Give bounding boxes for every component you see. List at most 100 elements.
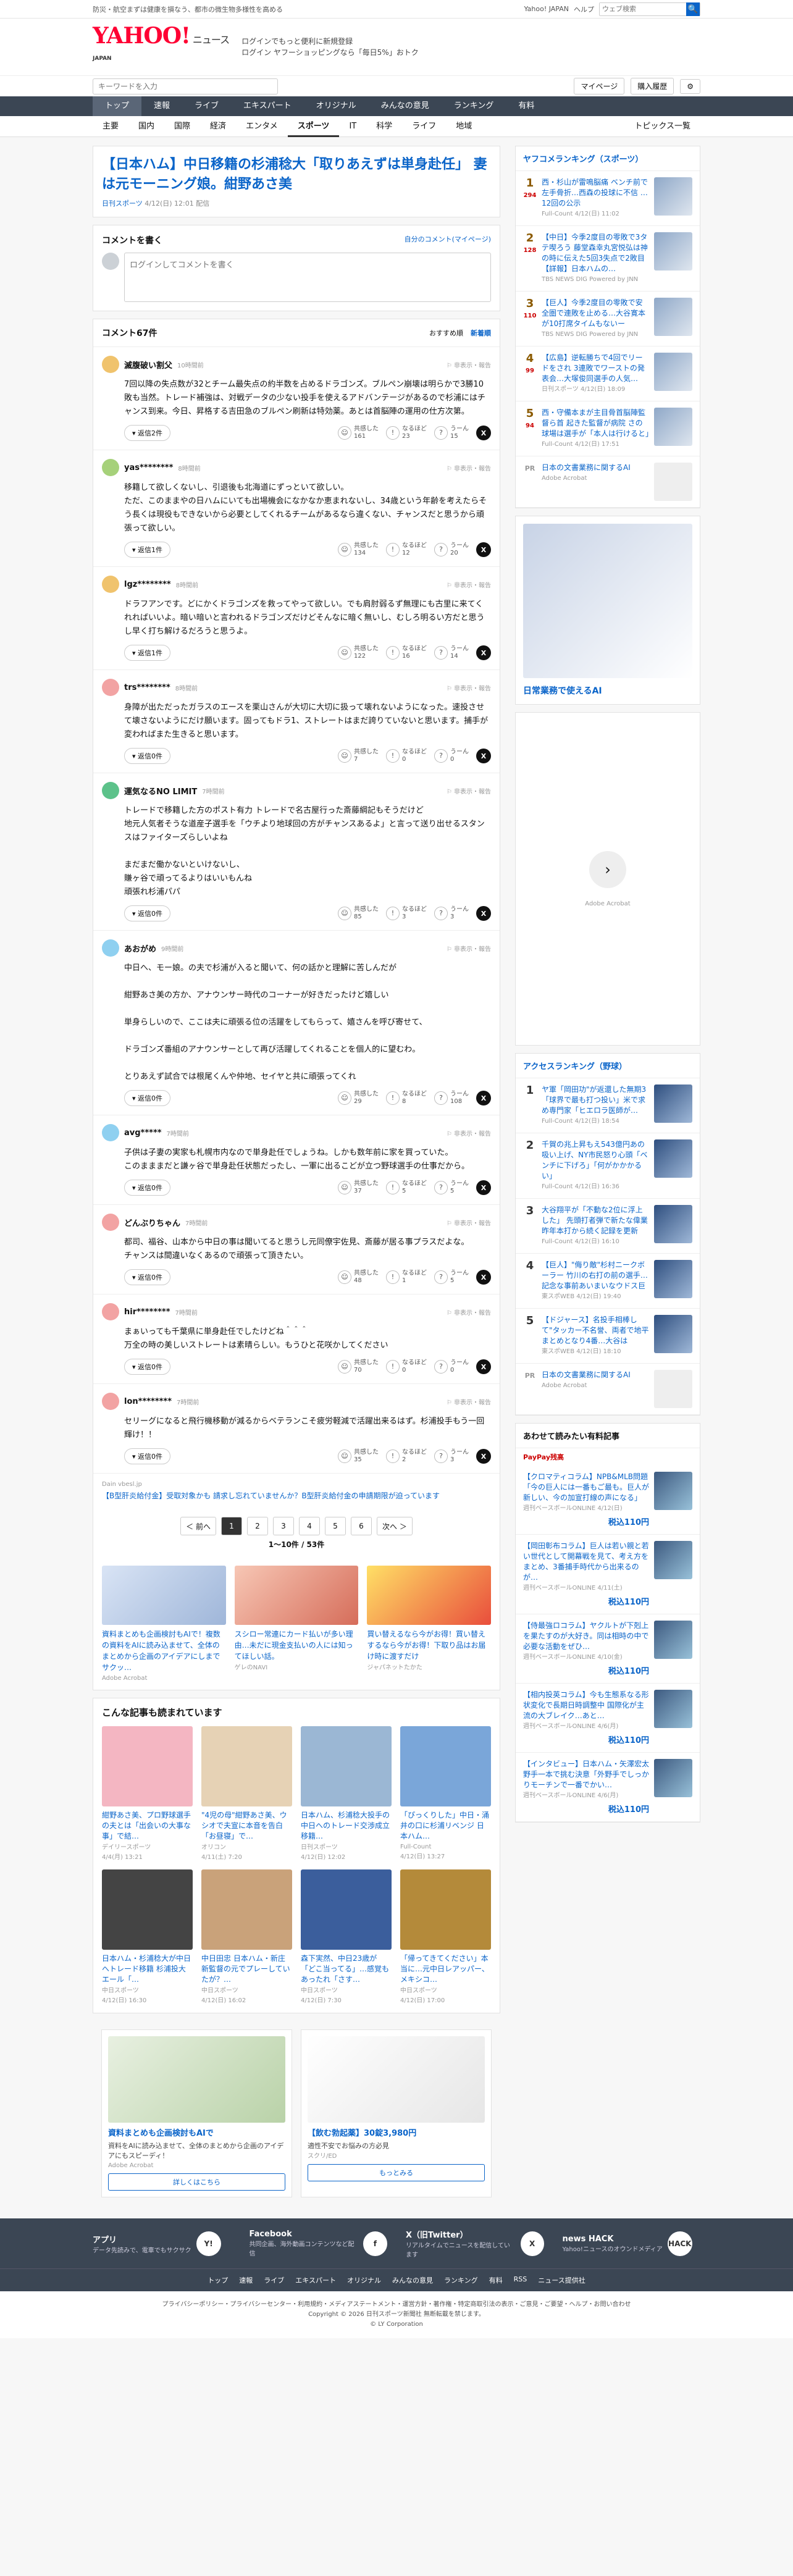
avatar[interactable] [102, 782, 119, 799]
footer-app-icon[interactable]: X [520, 2231, 544, 2256]
topics-list-link[interactable]: トピックス一覧 [624, 116, 700, 137]
access-item[interactable]: 2 千賀の兆上昇もえ543億円あの吸い上げ、NY市民怒り心頭「ベンチに下げろ」「… [516, 1133, 700, 1199]
footer-app-title[interactable]: Facebook [250, 2230, 292, 2239]
ad-cta-button[interactable]: 詳しくはこちら [108, 2173, 285, 2191]
bottom-ad-1[interactable]: 資料まとめも企画検討もAIで 資料をAIに読み込ませて、全体のまとめから企画のア… [101, 2029, 292, 2197]
footer-link[interactable]: ニュース提供社 [538, 2275, 585, 2285]
cat-breaking[interactable]: 速報 [141, 96, 182, 116]
recommended-item[interactable]: 「ぴっくりした」中日・涌井の口に杉浦リベンジ 日本ハム… Full-Count … [400, 1726, 491, 1861]
ad-title[interactable]: スシロー常連にカード払いが多い理由…未だに現金支払いの人には知ってほしい話。 [235, 1629, 359, 1662]
chevron-right-icon[interactable]: › [589, 850, 626, 888]
page-3[interactable]: 3 [273, 1517, 294, 1535]
ad-title[interactable]: 【飲む勃起薬】30錠3,980円 [308, 2126, 485, 2138]
ad-title[interactable]: 資料まとめも企画検討もAIで！複数の資料をAIに読み込ませて、全体のまとめから企… [102, 1629, 226, 1673]
recommended-title[interactable]: 「ぴっくりした」中日・涌井の口に杉浦リベンジ 日本ハム… [400, 1810, 491, 1842]
report-link[interactable]: ⚐ 非表示・報告 [447, 944, 491, 953]
footer-app-icon[interactable]: f [363, 2231, 387, 2256]
comment-author[interactable]: yas******** [124, 463, 173, 472]
react-insight[interactable]: ! なるほど 16 [386, 645, 427, 660]
report-link[interactable]: ⚐ 非表示・報告 [447, 1218, 491, 1227]
react-insight[interactable]: ! なるほど 23 [386, 426, 427, 440]
pr-item[interactable]: PR 日本の文書業務に関するAI Adobe Acrobat [516, 456, 700, 508]
report-link[interactable]: ⚐ 非表示・報告 [447, 360, 491, 369]
react-hmm[interactable]: ? うーん 20 [434, 542, 469, 557]
recommended-title[interactable]: 中日田忠 日本ハム・新庄新監督の元でプレーしていたが？… [201, 1953, 292, 1985]
paid-title[interactable]: 【クロマティコラム】NPB&MLB問題「今の巨人には一番もご最も。巨人が新しい、… [523, 1472, 649, 1502]
react-insight[interactable]: ! なるほど 0 [386, 1359, 427, 1374]
avatar[interactable] [102, 356, 119, 373]
footer-link[interactable]: エキスパート [295, 2275, 336, 2285]
sort-recommended[interactable]: おすすめ順 [429, 328, 463, 338]
avatar[interactable] [102, 939, 119, 957]
react-agree[interactable]: ☺ 共感した 29 [338, 1091, 379, 1105]
avatar[interactable] [102, 679, 119, 696]
tab-it[interactable]: IT [339, 116, 366, 137]
footer-link[interactable]: ライブ [264, 2275, 284, 2285]
ad-title[interactable]: 資料まとめも企画検討もAIで [108, 2126, 285, 2138]
x-share-icon[interactable]: X [476, 1449, 491, 1464]
help-link[interactable]: ヘルプ [574, 4, 594, 14]
x-share-icon[interactable]: X [476, 1180, 491, 1195]
rank-title[interactable]: 【巨人】"侮り敵"杉村ニークボーラー 竹川の右打の前の選手…記念な事前あいまいな… [542, 1261, 648, 1290]
side-ad-title[interactable]: 日常業務で使えるAI [523, 684, 692, 697]
pr-item[interactable]: PR 日本の文書業務に関するAI Adobe Acrobat [516, 1364, 700, 1415]
mypage-button[interactable]: マイページ [574, 78, 625, 94]
page-2[interactable]: 2 [247, 1517, 268, 1535]
tab-economy[interactable]: 経済 [200, 116, 236, 137]
react-hmm[interactable]: ? うーん 0 [434, 1359, 469, 1374]
comment-author[interactable]: 運気なるNO LIMIT [124, 785, 197, 797]
footer-link[interactable]: 有料 [489, 2275, 503, 2285]
recommended-item[interactable]: "4児の母"紺野あさ美、ウシオで夫宣に本音を告白 「お昼寝」で… オリコン 4/… [201, 1726, 292, 1861]
x-share-icon[interactable]: X [476, 906, 491, 921]
cat-top[interactable]: トップ [93, 96, 142, 116]
reply-button[interactable]: ▾ 返信2件 [124, 425, 171, 441]
react-hmm[interactable]: ? うーん 108 [434, 1091, 469, 1105]
tab-local[interactable]: 地域 [446, 116, 482, 137]
report-link[interactable]: ⚐ 非表示・報告 [447, 580, 491, 589]
footer-link[interactable]: ランキング [444, 2275, 478, 2285]
avatar[interactable] [102, 1303, 119, 1320]
recommended-item[interactable]: 日本ハム・杉浦稔大が中日へトレード移籍 杉浦投大エール「… 中日スポーツ 4/1… [102, 1869, 193, 2004]
react-agree[interactable]: ☺ 共感した 85 [338, 906, 379, 921]
tab-domestic[interactable]: 国内 [128, 116, 164, 137]
side-ad[interactable]: 日常業務で使えるAI [515, 516, 700, 705]
promo-line-1[interactable]: ログインでもっと便利に新規登録 [241, 36, 419, 47]
ad-card[interactable]: 買い替えるなら今がお得！買い替えするなら今がお得！下取り品はお届け時に渡すだけジ… [367, 1566, 492, 1682]
cat-ranking[interactable]: ランキング [442, 96, 506, 116]
comment-author[interactable]: あおがめ [124, 942, 156, 954]
footer-app[interactable]: アプリ データ先読みで、電車でもサクサク Y! [93, 2228, 231, 2259]
report-link[interactable]: ⚐ 非表示・報告 [447, 1128, 491, 1138]
ad-card[interactable]: 資料まとめも企画検討もAIで！複数の資料をAIに読み込ませて、全体のまとめから企… [102, 1566, 226, 1682]
article-source[interactable]: 日刊スポーツ [102, 199, 143, 208]
ranking-item[interactable]: 4 99 【広島】逆転勝ちで4回でリードをされ 3連敗でワーストの発表会…大塚俊同… [516, 346, 700, 401]
rank-title[interactable]: 【ドジャース】名投手相棒して"タッカー不名誉、両者で地平まとめとなり4番…大谷は [542, 1315, 649, 1345]
x-share-icon[interactable]: X [476, 1359, 491, 1374]
tab-life[interactable]: ライフ [402, 116, 446, 137]
comment-author[interactable]: hir******** [124, 1307, 170, 1317]
cat-paid[interactable]: 有料 [506, 96, 547, 116]
web-search-input[interactable] [600, 2, 686, 15]
gear-icon[interactable]: ⚙ [680, 78, 700, 94]
reply-button[interactable]: ▾ 返信1件 [124, 645, 171, 661]
tab-science[interactable]: 科学 [366, 116, 402, 137]
x-share-icon[interactable]: X [476, 749, 491, 763]
footer-app-title[interactable]: news HACK [563, 2234, 614, 2244]
recommended-title[interactable]: 「帰ってきてください」本当に…元中日レアッパー、メキシコ… [400, 1953, 491, 1985]
inline-ad-text[interactable]: 【B型肝炎給付金】受取対象かも 請求し忘れていませんか？B型肝炎給付金の申請期限… [102, 1490, 491, 1501]
recommended-item[interactable]: 森下実然、中日23歳が「どこ当ってる」…感覚もあったれ「さす… 中日スポーツ 4… [301, 1869, 392, 2004]
comment-input[interactable] [124, 253, 491, 302]
report-link[interactable]: ⚐ 非表示・報告 [447, 1397, 491, 1406]
footer-app[interactable]: Facebook 共同企画、海外動画コンテンツなど配信 f [250, 2228, 387, 2259]
x-share-icon[interactable]: X [476, 645, 491, 660]
react-insight[interactable]: ! なるほど 12 [386, 542, 427, 557]
reply-button[interactable]: ▾ 返信0件 [124, 1269, 171, 1285]
rank-title[interactable]: 【広島】逆転勝ちで4回でリードをされ 3連敗でワーストの発表会…大塚俊同選手の人… [542, 353, 645, 383]
ranking-item[interactable]: 2 128 【中日】今季2度目の零敗で3タテ喫ろう 藤堂森幸丸宮悦弘は神の時に伝え… [516, 226, 700, 292]
footer-link[interactable]: RSS [514, 2275, 527, 2285]
promo-line-2[interactable]: ログイン ヤフーショッピングなら「毎日5%」おトク [241, 47, 419, 58]
keyword-search-input[interactable] [93, 78, 278, 94]
access-item[interactable]: 4 【巨人】"侮り敵"杉村ニークボーラー 竹川の右打の前の選手…記念な事前あいま… [516, 1254, 700, 1309]
paid-article[interactable]: 【クロマティコラム】NPB&MLB問題「今の巨人には一番もご最も。巨人が新しい、… [516, 1466, 700, 1535]
footer-app-icon[interactable]: Y! [196, 2231, 221, 2256]
page-6[interactable]: 6 [351, 1517, 372, 1535]
